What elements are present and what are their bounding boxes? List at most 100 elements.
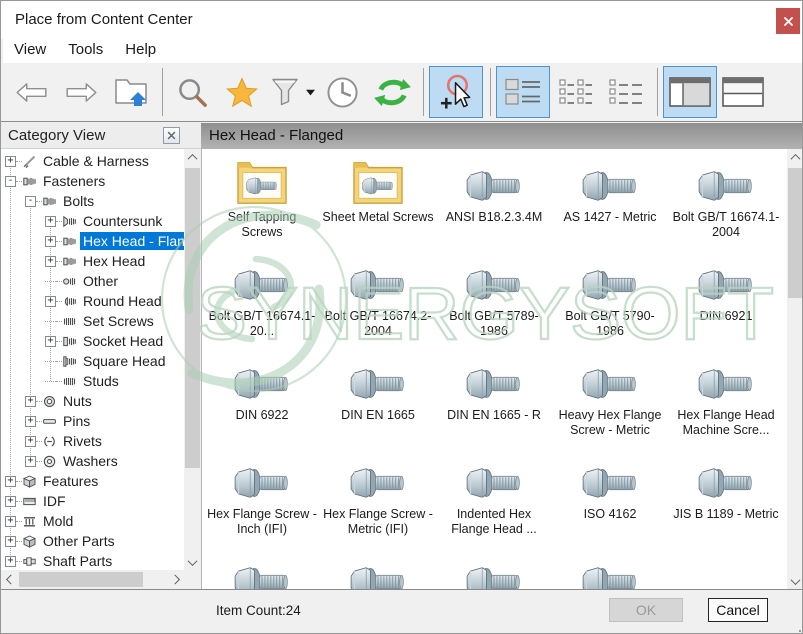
history-button[interactable] bbox=[318, 66, 366, 118]
expand-icon[interactable]: + bbox=[45, 256, 56, 267]
expand-icon[interactable]: + bbox=[45, 336, 56, 347]
sidebar-item-hex-head[interactable]: +Hex Head bbox=[1, 251, 184, 271]
grid-item-indented-hex-flange-head[interactable]: Indented Hex Flange Head ... bbox=[436, 452, 552, 551]
toolbar bbox=[1, 63, 802, 122]
sidebar-item-studs[interactable]: Studs bbox=[1, 371, 184, 391]
grid-item-bolt-gb-t-5790-1986[interactable]: Bolt GB/T 5790-1986 bbox=[552, 254, 668, 353]
sidebar-item-other[interactable]: Other bbox=[1, 271, 184, 291]
tree-connector bbox=[45, 281, 56, 282]
grid-item-din-en-1665[interactable]: DIN EN 1665 bbox=[320, 353, 436, 452]
collapse-icon[interactable]: - bbox=[5, 176, 16, 187]
menu-view[interactable]: View bbox=[3, 39, 57, 63]
expand-icon[interactable]: + bbox=[5, 536, 16, 547]
search-button[interactable] bbox=[168, 66, 216, 118]
expand-icon[interactable]: + bbox=[45, 216, 56, 227]
sidebar-item-features[interactable]: +Features bbox=[1, 471, 184, 491]
grid-item-bolt-gb-t-16674-2-2004[interactable]: Bolt GB/T 16674.2-2004 bbox=[320, 254, 436, 353]
grid-item-part[interactable] bbox=[552, 551, 668, 589]
grid-item-din-6921[interactable]: DIN 6921 bbox=[668, 254, 784, 353]
sidebar-item-shaft-parts[interactable]: +Shaft Parts bbox=[1, 551, 184, 570]
sidebar-item-idf[interactable]: +IDF bbox=[1, 491, 184, 511]
grid-vertical-scrollbar[interactable] bbox=[787, 149, 803, 589]
resize-grip[interactable] bbox=[799, 630, 801, 632]
grid-item-part[interactable] bbox=[204, 551, 320, 589]
grid-item-jis-b-1189-metric[interactable]: JIS B 1189 - Metric bbox=[668, 452, 784, 551]
expand-icon[interactable]: + bbox=[45, 236, 56, 247]
sidebar-item-set-screws[interactable]: Set Screws bbox=[1, 311, 184, 331]
copy-to-folder-button[interactable] bbox=[107, 66, 155, 118]
sidebar-item-round-head[interactable]: +Round Head bbox=[1, 291, 184, 311]
expand-icon[interactable]: + bbox=[45, 296, 56, 307]
scroll-right-button[interactable] bbox=[168, 571, 184, 587]
expand-icon[interactable]: + bbox=[25, 456, 36, 467]
scrollbar-thumb[interactable] bbox=[788, 168, 803, 298]
grid-item-bolt-gb-t-16674-1-20[interactable]: Bolt GB/T 16674.1-20... bbox=[204, 254, 320, 353]
tree-vertical-scrollbar[interactable] bbox=[184, 149, 201, 570]
sidebar-item-cable-harness[interactable]: +Cable & Harness bbox=[1, 151, 184, 171]
grid-item-hex-flange-screw-inch-ifi[interactable]: Hex Flange Screw - Inch (IFI) bbox=[204, 452, 320, 551]
menu-help[interactable]: Help bbox=[114, 39, 167, 63]
expand-icon[interactable]: + bbox=[5, 556, 16, 567]
grid-item-heavy-hex-flange-screw-metric[interactable]: Heavy Hex Flange Screw - Metric bbox=[552, 353, 668, 452]
sidebar-item-rivets[interactable]: +Rivets bbox=[1, 431, 184, 451]
place-part-button[interactable] bbox=[429, 66, 483, 118]
scrollbar-thumb[interactable] bbox=[19, 572, 143, 587]
filter-button[interactable] bbox=[268, 66, 316, 118]
scroll-up-button[interactable] bbox=[787, 149, 803, 165]
large-icon-list-button[interactable] bbox=[496, 66, 550, 118]
detail-list-button[interactable] bbox=[602, 66, 650, 118]
expand-icon[interactable]: + bbox=[5, 476, 16, 487]
sidebar-item-other-parts[interactable]: +Other Parts bbox=[1, 531, 184, 551]
horizontal-split-button[interactable] bbox=[719, 66, 767, 118]
panel-close-button[interactable] bbox=[163, 127, 180, 144]
sidebar-item-countersunk[interactable]: +Countersunk bbox=[1, 211, 184, 231]
ok-button[interactable]: OK bbox=[609, 598, 683, 622]
expand-icon[interactable]: + bbox=[25, 396, 36, 407]
sidebar-item-pins[interactable]: +Pins bbox=[1, 411, 184, 431]
scroll-down-button[interactable] bbox=[184, 554, 201, 570]
sidebar-item-washers[interactable]: +Washers bbox=[1, 451, 184, 471]
collapse-icon[interactable]: - bbox=[25, 196, 36, 207]
toolbar-separator bbox=[657, 68, 658, 116]
grid-item-din-en-1665-r[interactable]: DIN EN 1665 - R bbox=[436, 353, 552, 452]
expand-icon[interactable]: + bbox=[5, 496, 16, 507]
scroll-up-button[interactable] bbox=[184, 149, 201, 165]
grid-item-part[interactable] bbox=[436, 551, 552, 589]
sidebar-item-mold[interactable]: +Mold bbox=[1, 511, 184, 531]
sidebar-item-hex-head-flang[interactable]: +Hex Head - Flang bbox=[1, 231, 184, 251]
grid-item-din-6922[interactable]: DIN 6922 bbox=[204, 353, 320, 452]
grid-item-self-tapping-screws[interactable]: Self Tapping Screws bbox=[204, 155, 320, 254]
tree-horizontal-scrollbar[interactable] bbox=[1, 570, 184, 589]
sidebar-item-socket-head[interactable]: +Socket Head bbox=[1, 331, 184, 351]
back-button[interactable] bbox=[7, 66, 55, 118]
grid-item-bolt-gb-t-5789-1986[interactable]: Bolt GB/T 5789-1986 bbox=[436, 254, 552, 353]
forward-button[interactable] bbox=[57, 66, 105, 118]
scroll-down-button[interactable] bbox=[787, 573, 803, 589]
sidebar-item-square-head[interactable]: Square Head bbox=[1, 351, 184, 371]
scroll-left-button[interactable] bbox=[1, 571, 17, 587]
sidebar-item-nuts[interactable]: +Nuts bbox=[1, 391, 184, 411]
close-button[interactable] bbox=[776, 8, 800, 34]
grid-item-hex-flange-screw-metric-ifi[interactable]: Hex Flange Screw - Metric (IFI) bbox=[320, 452, 436, 551]
cancel-button[interactable]: Cancel bbox=[708, 598, 768, 622]
sidebar-item-bolts[interactable]: -Bolts bbox=[1, 191, 184, 211]
expand-icon[interactable]: + bbox=[5, 156, 16, 167]
refresh-button[interactable] bbox=[368, 66, 416, 118]
sidebar-item-fasteners[interactable]: -Fasteners bbox=[1, 171, 184, 191]
grid-item-bolt-gb-t-16674-1-2004[interactable]: Bolt GB/T 16674.1-2004 bbox=[668, 155, 784, 254]
vertical-split-button[interactable] bbox=[663, 66, 717, 118]
tile-view-button[interactable] bbox=[552, 66, 600, 118]
grid-item-iso-4162[interactable]: ISO 4162 bbox=[552, 452, 668, 551]
expand-icon[interactable]: + bbox=[25, 416, 36, 427]
expand-icon[interactable]: + bbox=[25, 436, 36, 447]
scrollbar-thumb[interactable] bbox=[185, 168, 200, 468]
grid-item-sheet-metal-screws[interactable]: Sheet Metal Screws bbox=[320, 155, 436, 254]
grid-item-as-1427-metric[interactable]: AS 1427 - Metric bbox=[552, 155, 668, 254]
expand-icon[interactable]: + bbox=[5, 516, 16, 527]
grid-item-ansi-b18-2-3-4m[interactable]: ANSI B18.2.3.4M bbox=[436, 155, 552, 254]
favorites-button[interactable] bbox=[218, 66, 266, 118]
grid-item-part[interactable] bbox=[320, 551, 436, 589]
grid-item-hex-flange-head-machine-scre[interactable]: Hex Flange Head Machine Scre... bbox=[668, 353, 784, 452]
item-count-label: Item Count:24 bbox=[216, 603, 301, 618]
menu-tools[interactable]: Tools bbox=[57, 39, 114, 63]
